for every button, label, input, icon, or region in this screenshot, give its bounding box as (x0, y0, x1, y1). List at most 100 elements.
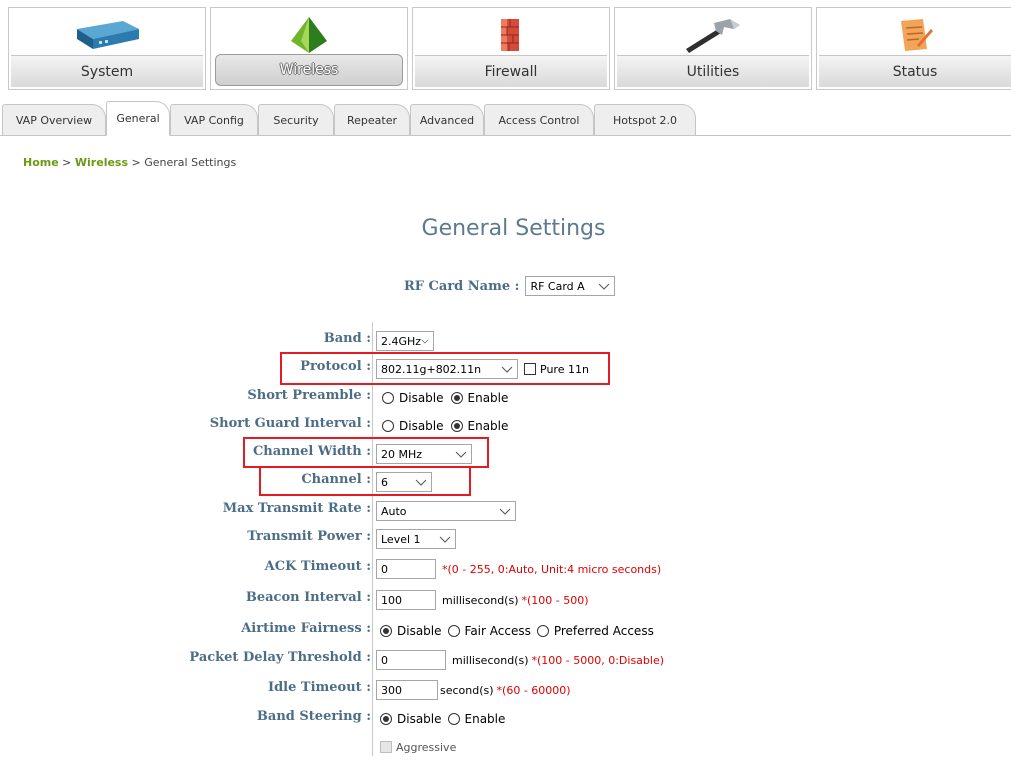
module-nav: System Wireless Firewall Utilities Statu… (0, 0, 1011, 92)
row-packet-delay: Packet Delay Threshold : 0 millisecond(s… (0, 647, 1011, 673)
chevron-down-icon (599, 283, 610, 290)
firewall-icon (413, 11, 609, 59)
idle-label: Idle Timeout : (268, 680, 371, 695)
packet-delay-label: Packet Delay Threshold : (189, 650, 371, 665)
row-channel-width: Channel Width : 20 MHz (0, 441, 1011, 467)
row-short-guard: Short Guard Interval : Disable Enable (0, 413, 1011, 439)
beacon-unit: millisecond(s) (442, 593, 519, 607)
airtime-preferred-radio[interactable]: Preferred Access (536, 624, 654, 638)
module-label: System (11, 55, 203, 87)
airtime-label: Airtime Fairness : (241, 621, 371, 636)
radio-label: Preferred Access (553, 624, 654, 638)
tab-security[interactable]: Security (258, 104, 334, 135)
hammer-icon (615, 11, 811, 59)
device-icon (9, 11, 205, 59)
beacon-input[interactable]: 100 (376, 590, 436, 610)
aggressive-label: Aggressive (396, 740, 457, 754)
module-label: Status (819, 55, 1011, 87)
short-guard-enable-radio[interactable]: Enable (450, 419, 508, 433)
short-preamble-disable-radio[interactable]: Disable (382, 391, 444, 405)
short-preamble-label: Short Preamble : (247, 388, 371, 403)
short-guard-label: Short Guard Interval : (209, 416, 371, 431)
tab-vap-config[interactable]: VAP Config (170, 104, 258, 135)
tab-repeater[interactable]: Repeater (334, 104, 410, 135)
idle-hint: *(60 - 60000) (496, 683, 571, 697)
row-ack-timeout: ACK Timeout : 0 *(0 - 255, 0:Auto, Unit:… (0, 556, 1011, 582)
tab-access-control[interactable]: Access Control (484, 104, 594, 135)
rf-card-label: RF Card Name : (404, 278, 520, 294)
packet-delay-unit: millisecond(s) (452, 653, 529, 667)
max-rate-label: Max Transmit Rate : (222, 501, 371, 516)
tab-vap-overview[interactable]: VAP Overview (2, 104, 106, 135)
radio-label: Fair Access (464, 624, 531, 638)
band-steering-label: Band Steering : (256, 709, 371, 724)
radio-label: Disable (397, 712, 442, 726)
chevron-down-icon (439, 536, 451, 543)
module-utilities[interactable]: Utilities (614, 7, 812, 90)
highlight-channel-width (243, 437, 489, 468)
module-label: Utilities (617, 55, 809, 87)
idle-unit: second(s) (440, 683, 494, 697)
rf-card-select[interactable]: RF Card A (525, 276, 616, 296)
radio-label: Disable (399, 391, 444, 405)
radio-label: Enable (464, 712, 506, 726)
band-steering-enable-radio[interactable]: Enable (447, 712, 506, 726)
chevron-down-icon (499, 508, 511, 515)
row-band: Band : 2.4GHz (0, 328, 1011, 354)
band-value: 2.4GHz (381, 334, 422, 348)
breadcrumb-sep: > (58, 156, 75, 169)
tx-power-select[interactable]: Level 1 (376, 529, 456, 549)
breadcrumb-wireless[interactable]: Wireless (75, 156, 128, 169)
module-label: Firewall (415, 55, 607, 87)
notepad-icon (817, 11, 1011, 59)
tab-general[interactable]: General (106, 101, 170, 136)
max-rate-select[interactable]: Auto (376, 501, 516, 521)
row-idle: Idle Timeout : 300 second(s) *(60 - 6000… (0, 677, 1011, 703)
breadcrumb-home[interactable]: Home (23, 156, 59, 169)
ack-timeout-hint: *(0 - 255, 0:Auto, Unit:4 micro seconds) (442, 562, 662, 576)
wireless-pyramid-icon (211, 11, 407, 59)
breadcrumb-sep: > (128, 156, 145, 169)
airtime-fair-radio[interactable]: Fair Access (447, 624, 531, 638)
highlight-protocol (280, 352, 610, 385)
chevron-down-icon (421, 339, 429, 344)
radio-label: Disable (399, 419, 444, 433)
tab-advanced[interactable]: Advanced (410, 104, 484, 135)
idle-input[interactable]: 300 (376, 680, 438, 700)
module-status[interactable]: Status (816, 7, 1011, 90)
row-channel: Channel : 6 (0, 469, 1011, 495)
short-guard-disable-radio[interactable]: Disable (382, 419, 444, 433)
radio-label: Enable (467, 391, 509, 405)
max-rate-value: Auto (381, 504, 407, 518)
page-title: General Settings (0, 216, 1011, 241)
highlight-channel (259, 466, 471, 496)
packet-delay-input[interactable]: 0 (376, 650, 446, 670)
radio-label: Disable (397, 624, 442, 638)
row-beacon: Beacon Interval : 100 millisecond(s) *(1… (0, 587, 1011, 613)
rf-card-row: RF Card Name : RF Card A (404, 276, 616, 296)
band-steering-disable-radio[interactable]: Disable (380, 712, 442, 726)
sub-tabs: VAP Overview General VAP Config Security… (0, 96, 1011, 136)
row-band-steering: Band Steering : Disable Enable (0, 706, 1011, 732)
tx-power-label: Transmit Power : (247, 529, 371, 544)
row-aggressive: Aggressive (0, 734, 1011, 760)
module-wireless[interactable]: Wireless (210, 7, 408, 90)
aggressive-checkbox[interactable] (380, 741, 392, 753)
short-preamble-enable-radio[interactable]: Enable (450, 391, 509, 405)
airtime-disable-radio[interactable]: Disable (380, 624, 442, 638)
module-system[interactable]: System (8, 7, 206, 90)
module-label: Wireless (215, 54, 403, 86)
ack-timeout-input[interactable]: 0 (376, 559, 436, 579)
band-label: Band : (323, 331, 371, 346)
page-title-text: General Settings (421, 216, 606, 241)
ack-timeout-label: ACK Timeout : (264, 559, 371, 574)
rf-card-value: RF Card A (530, 279, 585, 293)
row-short-preamble: Short Preamble : Disable Enable (0, 385, 1011, 411)
breadcrumb-current: General Settings (144, 156, 237, 169)
band-select[interactable]: 2.4GHz (376, 331, 434, 351)
row-airtime: Airtime Fairness : Disable Fair Access P… (0, 618, 1011, 644)
packet-delay-hint: *(100 - 5000, 0:Disable) (531, 653, 665, 667)
module-firewall[interactable]: Firewall (412, 7, 610, 90)
breadcrumb: Home > Wireless > General Settings (23, 156, 236, 169)
tab-hotspot[interactable]: Hotspot 2.0 (594, 104, 696, 135)
